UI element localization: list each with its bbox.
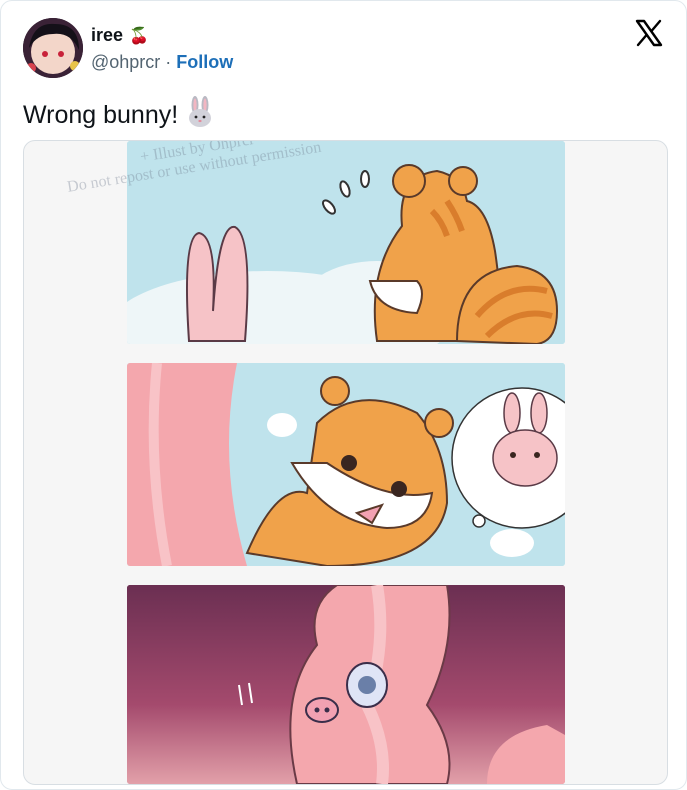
author-name[interactable]: iree 🍒 [91,25,149,46]
tweet-text: Wrong bunny! [23,96,214,135]
x-logo-icon[interactable] [634,18,664,48]
author-handle[interactable]: @ohprcr [91,52,160,73]
follow-button[interactable]: Follow [176,52,233,73]
cherry-icon: 🍒 [129,27,149,45]
handle-row: @ohprcr · Follow [91,52,233,73]
avatar[interactable] [23,18,83,78]
author-name-text: iree [91,25,124,45]
tweet-card: iree 🍒 @ohprcr · Follow Wrong bunny! + I… [0,0,687,790]
separator-dot: · [165,52,172,72]
rabbit-face-icon [186,96,214,135]
tweet-text-content: Wrong bunny! [23,101,179,129]
tweet-media[interactable]: + Illust by Ohprcr Do not repost or use … [23,140,668,785]
comic-panel-3 [127,585,565,784]
comic-panel-2 [127,363,565,566]
